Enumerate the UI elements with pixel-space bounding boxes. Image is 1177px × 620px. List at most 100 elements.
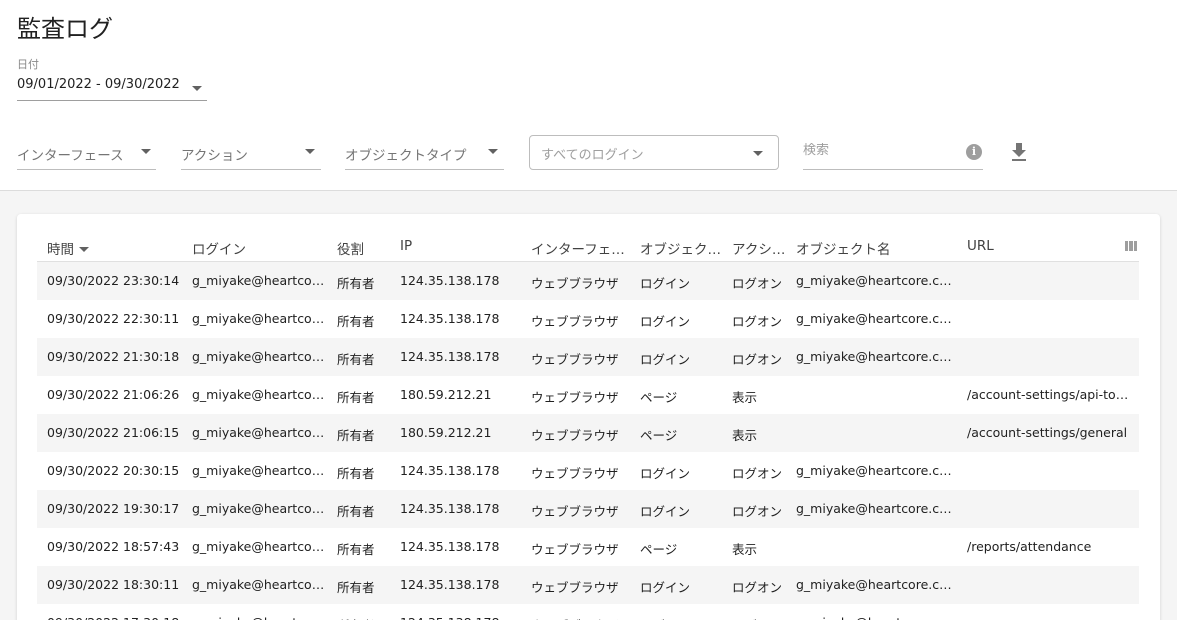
cell-object-type: ページ <box>640 390 678 405</box>
column-header-ip[interactable]: IP <box>400 238 520 254</box>
column-header-label: アクション <box>732 242 787 258</box>
cell-time: 09/30/2022 23:30:14 <box>47 273 180 288</box>
cell-login: g_miyake@heartcore.co.jp <box>192 425 325 440</box>
chevron-down-icon <box>192 86 202 91</box>
table-row[interactable]: 09/30/2022 18:57:43 g_miyake@heartcore.co… <box>37 528 1139 566</box>
cell-action: 表示 <box>732 390 758 405</box>
cell-role: 所有者 <box>337 352 375 367</box>
date-range-value: 09/01/2022 - 09/30/2022 <box>17 77 180 92</box>
search-field: i <box>803 140 983 170</box>
column-header-label: ログイン <box>192 242 246 258</box>
column-header-label: オブジェクト名 <box>796 242 891 258</box>
cell-object-type: ログイン <box>640 276 691 291</box>
cell-action: ログオン <box>732 504 783 519</box>
table-row[interactable]: 09/30/2022 23:30:14 g_miyake@heartcore.co… <box>37 262 1139 300</box>
cell-role: 所有者 <box>337 276 375 291</box>
table-row[interactable]: 09/30/2022 19:30:17 g_miyake@heartcore.co… <box>37 490 1139 528</box>
cell-object-type: ログイン <box>640 352 691 367</box>
cell-role: 所有者 <box>337 466 375 481</box>
cell-login: g_miyake@heartcore.co.jp <box>192 577 325 592</box>
date-range-select[interactable]: 09/01/2022 - 09/30/2022 <box>17 76 207 101</box>
cell-login: g_miyake@heartcore.co.jp <box>192 387 325 402</box>
cell-login: g_miyake@heartcore.co.jp <box>192 273 325 288</box>
cell-interface: ウェブブラウザ <box>531 542 619 557</box>
interface-select[interactable]: インターフェース <box>17 140 156 170</box>
column-header-role[interactable]: 役割 <box>337 238 392 258</box>
cell-role: 所有者 <box>337 428 375 443</box>
cell-role: 所有者 <box>337 542 375 557</box>
cell-object-name: g_miyake@heartcore.co.jp <box>796 311 956 326</box>
table-row[interactable]: 09/30/2022 21:30:18 g_miyake@heartcore.co… <box>37 338 1139 376</box>
table-row[interactable]: 09/30/2022 21:06:15 g_miyake@heartcore.co… <box>37 414 1139 452</box>
object-type-select-label: オブジェクトタイプ <box>345 148 467 164</box>
cell-login: g_miyake@heartcore.co.jp <box>192 501 325 516</box>
cell-interface: ウェブブラウザ <box>531 580 619 595</box>
column-header-label: 時間 <box>47 242 74 258</box>
cell-time: 09/30/2022 21:30:18 <box>47 349 180 364</box>
cell-action: 表示 <box>732 542 758 557</box>
column-header-action[interactable]: アクション <box>732 238 787 258</box>
cell-role: 所有者 <box>337 580 375 595</box>
cell-interface: ウェブブラウザ <box>531 314 619 329</box>
cell-object-name: g_miyake@heartcore.co.jp <box>796 349 956 364</box>
cell-object-type: ログイン <box>640 504 691 519</box>
cell-object-type: ページ <box>640 428 678 443</box>
cell-ip: 180.59.212.21 <box>400 387 492 402</box>
cell-action: ログオン <box>732 615 787 620</box>
cell-role: 所有者 <box>337 314 375 329</box>
action-select-label: アクション <box>181 148 248 164</box>
column-header-interface[interactable]: インターフェース <box>531 238 631 258</box>
table-row[interactable]: 09/30/2022 20:30:15 g_miyake@heartcore.co… <box>37 452 1139 490</box>
chevron-down-icon <box>488 149 498 154</box>
sort-desc-icon[interactable] <box>79 247 89 252</box>
date-label: 日付 <box>17 58 39 71</box>
login-select[interactable]: すべてのログイン <box>529 135 779 170</box>
table-row[interactable]: 09/30/2022 21:06:26 g_miyake@heartcore.co… <box>37 376 1139 414</box>
cell-action: ログオン <box>732 276 783 291</box>
cell-action: ログオン <box>732 466 783 481</box>
search-input[interactable] <box>803 143 953 158</box>
chevron-down-icon <box>141 149 151 154</box>
cell-interface: ウェブブラウザ <box>531 504 619 519</box>
download-icon[interactable] <box>1010 142 1028 162</box>
cell-time: 09/30/2022 18:30:11 <box>47 577 180 592</box>
cell-time: 09/30/2022 21:06:26 <box>47 387 180 402</box>
cell-time: 09/30/2022 17:30:18 <box>47 615 182 620</box>
column-header-time[interactable]: 時間 <box>47 238 182 258</box>
cell-ip: 180.59.212.21 <box>400 425 492 440</box>
table-row[interactable]: 09/30/2022 18:30:11 g_miyake@heartcore.co… <box>37 566 1139 604</box>
object-type-select[interactable]: オブジェクトタイプ <box>345 140 504 170</box>
cell-object-type: ログイン <box>640 580 691 595</box>
table-row[interactable]: 09/30/2022 17:30:18 g_miyake@heartcore.co… <box>37 604 1139 620</box>
cell-url: /account-settings/api-tokens <box>967 387 1129 402</box>
column-header-login[interactable]: ログイン <box>192 238 325 258</box>
cell-time: 09/30/2022 20:30:15 <box>47 463 180 478</box>
cell-object-type: ログイン <box>640 615 722 620</box>
cell-interface: ウェブブラウザ <box>531 466 619 481</box>
column-header-url[interactable]: URL <box>967 238 1129 254</box>
cell-role: 所有者 <box>337 390 375 405</box>
action-select[interactable]: アクション <box>181 140 321 170</box>
table-row[interactable]: 09/30/2022 22:30:11 g_miyake@heartcore.co… <box>37 300 1139 338</box>
cell-action: ログオン <box>732 352 783 367</box>
column-header-label: IP <box>400 238 413 254</box>
cell-interface: ウェブブラウザ <box>531 390 619 405</box>
cell-ip: 124.35.138.178 <box>400 463 500 478</box>
cell-action: 表示 <box>732 428 758 443</box>
column-header-label: オブジェクトタイプ <box>640 242 722 258</box>
table-body: 09/30/2022 23:30:14 g_miyake@heartcore.co… <box>37 262 1139 620</box>
cell-interface: ウェブブラウザ <box>531 276 619 291</box>
cell-login: g_miyake@heartcore.co.jp <box>192 539 325 554</box>
info-icon[interactable]: i <box>966 144 982 160</box>
column-header-object-type[interactable]: オブジェクトタイプ <box>640 238 722 258</box>
cell-ip: 124.35.138.178 <box>400 311 500 326</box>
cell-ip: 124.35.138.178 <box>400 539 500 554</box>
column-header-object-name[interactable]: オブジェクト名 <box>796 238 956 258</box>
cell-time: 09/30/2022 21:06:15 <box>47 425 180 440</box>
cell-action: ログオン <box>732 314 783 329</box>
cell-login: g_miyake@heartcore.co.jp <box>192 349 325 364</box>
cell-object-type: ログイン <box>640 466 691 481</box>
interface-select-label: インターフェース <box>17 148 124 164</box>
cell-interface: ウェブブラウザ <box>531 615 631 620</box>
cell-role: 所有者 <box>337 504 375 519</box>
